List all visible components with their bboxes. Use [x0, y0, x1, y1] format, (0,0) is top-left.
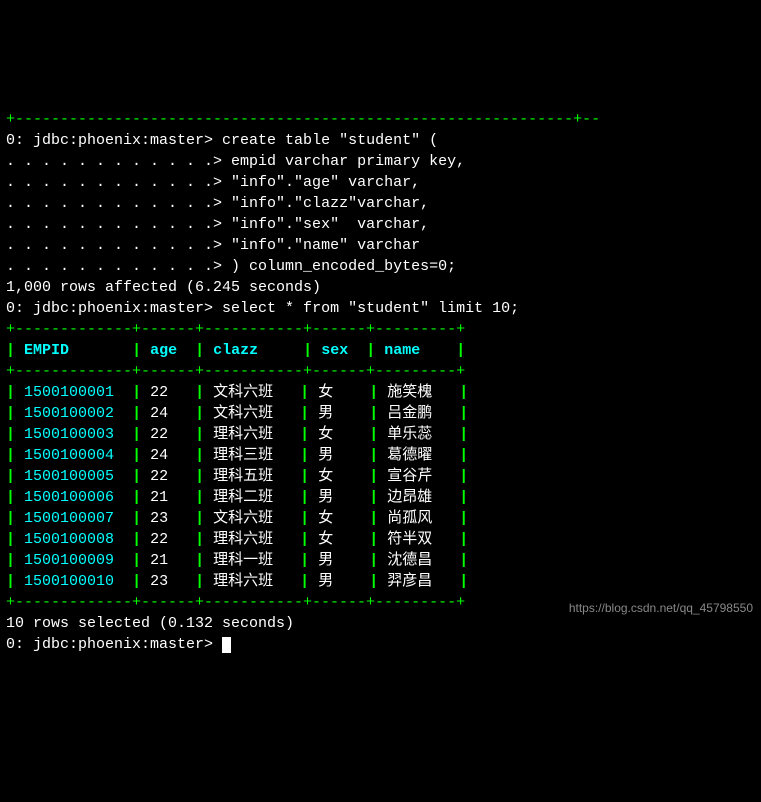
table-row: | 1500100009 | 21 | 理科一班 | 男 | 沈德昌 | [6, 552, 468, 569]
table-row: | 1500100003 | 22 | 理科六班 | 女 | 单乐蕊 | [6, 426, 468, 443]
table-border: +-------------+------+-----------+------… [6, 321, 465, 338]
rows-affected: 1,000 rows affected (6.245 seconds) [6, 279, 321, 296]
watermark: https://blog.csdn.net/qq_45798550 [569, 600, 753, 617]
cont-line: . . . . . . . . . . . .> empid varchar p… [6, 153, 465, 170]
prompt-line: 0: jdbc:phoenix:master> create table "st… [6, 132, 438, 149]
table-row: | 1500100005 | 22 | 理科五班 | 女 | 宣谷芹 | [6, 468, 468, 485]
table-row: | 1500100008 | 22 | 理科六班 | 女 | 符半双 | [6, 531, 468, 548]
table-row: | 1500100006 | 21 | 理科二班 | 男 | 边昂雄 | [6, 489, 468, 506]
cont-line: . . . . . . . . . . . .> "info"."age" va… [6, 174, 420, 191]
table-row: | 1500100001 | 22 | 文科六班 | 女 | 施笑槐 | [6, 384, 468, 401]
cont-line: . . . . . . . . . . . .> "info"."name" v… [6, 237, 420, 254]
table-row: | 1500100004 | 24 | 理科三班 | 男 | 葛德曜 | [6, 447, 468, 464]
table-body: | 1500100001 | 22 | 文科六班 | 女 | 施笑槐 | | 1… [6, 382, 755, 592]
top-divider: +---------------------------------------… [6, 111, 600, 128]
table-row: | 1500100002 | 24 | 文科六班 | 男 | 吕金鹏 | [6, 405, 468, 422]
cont-line: . . . . . . . . . . . .> "info"."clazz"v… [6, 195, 429, 212]
table-border: +-------------+------+-----------+------… [6, 594, 465, 611]
rows-selected: 10 rows selected (0.132 seconds) [6, 615, 294, 632]
prompt-active[interactable]: 0: jdbc:phoenix:master> [6, 636, 231, 653]
cont-line: . . . . . . . . . . . .> ) column_encode… [6, 258, 456, 275]
table-border: +-------------+------+-----------+------… [6, 363, 465, 380]
table-row: | 1500100010 | 23 | 理科六班 | 男 | 羿彦昌 | [6, 573, 468, 590]
cont-line: . . . . . . . . . . . .> "info"."sex" va… [6, 216, 429, 233]
table-row: | 1500100007 | 23 | 文科六班 | 女 | 尚孤风 | [6, 510, 468, 527]
terminal-output: +---------------------------------------… [6, 88, 755, 655]
cursor-icon [222, 637, 231, 653]
table-header: | EMPID | age | clazz | sex | name | [6, 342, 465, 359]
prompt-line: 0: jdbc:phoenix:master> select * from "s… [6, 300, 519, 317]
